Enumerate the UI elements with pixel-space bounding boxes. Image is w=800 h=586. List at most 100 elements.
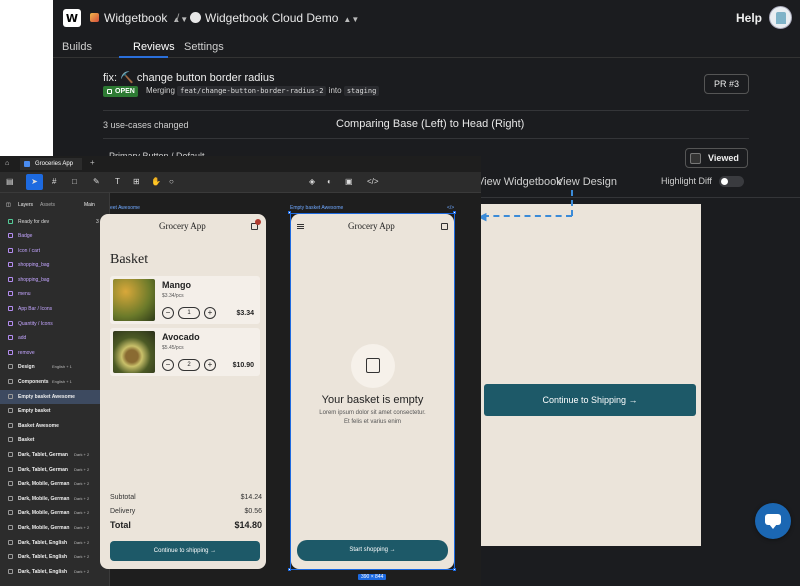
- frame-icon: [8, 568, 13, 574]
- tab-builds[interactable]: Builds: [62, 41, 92, 53]
- resize-handle[interactable]: [453, 568, 456, 571]
- frame-tool-icon[interactable]: #: [52, 177, 56, 186]
- layer-variant-tag: Dark + 2: [74, 525, 90, 530]
- tab-view-design[interactable]: View Design: [556, 176, 617, 188]
- layer-row[interactable]: App Bar / Icons: [0, 302, 109, 316]
- page-selector[interactable]: Main: [84, 202, 95, 208]
- frame-icon: [8, 495, 13, 501]
- delivery-label: Delivery: [110, 508, 136, 515]
- continue-to-shipping-button[interactable]: Continue to shipping →: [110, 541, 260, 561]
- pen-tool-icon[interactable]: ✎: [93, 177, 100, 186]
- repo-switcher[interactable]: Widgetbook Cloud Demo ▲▼: [205, 11, 359, 25]
- component-icon: [8, 247, 13, 253]
- avatar[interactable]: [769, 6, 792, 29]
- figma-tab-bar: ⌂ Groceries App +: [0, 156, 481, 172]
- contrast-icon[interactable]: ◐: [327, 177, 332, 186]
- layers-stack-icon[interactable]: ▣: [345, 177, 353, 186]
- widgetbook-logo[interactable]: W: [63, 9, 81, 27]
- layer-name: Dark, Mobile, German: [18, 481, 70, 488]
- layer-row[interactable]: Empty basket Awesome: [0, 389, 109, 404]
- figma-toolbar: ▤ ➤ # □ ✎ T ⊞ ✋ ○ ◈ ◐ ▣ </>: [0, 172, 481, 193]
- tab-settings[interactable]: Settings: [184, 41, 224, 53]
- layer-row[interactable]: Design English + 1: [0, 360, 109, 374]
- frame-icon: [8, 481, 13, 487]
- basket-frame[interactable]: Grocery App Basket Mango $3.34/pcs − 1 +…: [100, 214, 266, 569]
- figma-file-icon: [24, 161, 30, 167]
- layer-row[interactable]: Dark, Tablet, English Dark + 2: [0, 550, 109, 564]
- layer-name: Dark, Tablet, English: [18, 554, 68, 561]
- tab-view-widgetbook[interactable]: View Widgetbook: [477, 176, 562, 188]
- layer-row[interactable]: Dark, Tablet, German Dark + 2: [0, 463, 109, 477]
- layer-row[interactable]: Dark, Mobile, German Dark + 2: [0, 492, 109, 506]
- subtotal-row: Subtotal $14.24: [110, 494, 262, 501]
- tab-reviews[interactable]: Reviews: [133, 41, 175, 53]
- layer-name: shopping_bag: [18, 276, 50, 283]
- layer-row[interactable]: add: [0, 331, 109, 345]
- layer-row[interactable]: Components English + 1: [0, 375, 109, 389]
- layer-row[interactable]: Quantity / Icons: [0, 317, 109, 331]
- ready-count: 3: [96, 219, 99, 225]
- layer-variant-tag: English + 1: [52, 364, 72, 370]
- frame-label: eet Awesome: [110, 205, 140, 211]
- layer-name: Basket: [18, 437, 35, 444]
- frame-icon: [8, 364, 13, 370]
- help-link[interactable]: Help: [736, 11, 762, 25]
- layer-row[interactable]: menu: [0, 287, 109, 301]
- layer-name: Icon / cart: [18, 247, 40, 254]
- layers-tab[interactable]: Layers: [18, 202, 33, 208]
- layer-row[interactable]: Badge: [0, 229, 109, 243]
- move-tool-icon[interactable]: ➤: [26, 174, 43, 190]
- file-tab[interactable]: Groceries App: [20, 158, 82, 170]
- layer-row[interactable]: shopping_bag: [0, 273, 109, 287]
- frame-icon: [8, 466, 13, 472]
- layer-row[interactable]: Dark, Mobile, German Dark + 2: [0, 477, 109, 491]
- layer-name: Basket Awesome: [18, 422, 59, 429]
- dev-mode-icon[interactable]: </>: [367, 177, 379, 186]
- layer-row[interactable]: Icon / cart: [0, 244, 109, 258]
- layer-variant-tag: Dark + 2: [74, 554, 90, 560]
- chat-button[interactable]: [755, 503, 791, 539]
- minus-button[interactable]: −: [162, 359, 174, 371]
- quantity-value: 2: [178, 359, 200, 371]
- status-text: OPEN: [115, 88, 135, 95]
- resize-handle[interactable]: [453, 211, 456, 214]
- layer-row[interactable]: shopping_bag: [0, 258, 109, 272]
- new-tab-icon[interactable]: +: [90, 158, 95, 167]
- main-menu-icon[interactable]: ▤: [6, 177, 14, 186]
- layer-row[interactable]: Dark, Mobile, German Dark + 2: [0, 521, 109, 535]
- plus-button[interactable]: +: [204, 359, 216, 371]
- preview-canvas: [479, 204, 701, 546]
- text-tool-icon[interactable]: T: [115, 177, 120, 186]
- source-branch: feat/change-button-border-radius-2: [177, 86, 327, 96]
- layer-row[interactable]: Empty basket: [0, 404, 109, 418]
- product-name: Avocado: [162, 332, 200, 342]
- layer-variant-tag: Dark + 2: [74, 510, 90, 516]
- layer-row[interactable]: Dark, Tablet, English Dark + 2: [0, 565, 109, 579]
- layer-row[interactable]: Basket: [0, 433, 109, 447]
- home-icon[interactable]: ⌂: [5, 160, 9, 167]
- cta-label: Continue to shipping: [153, 548, 209, 554]
- layer-row[interactable]: Dark, Mobile, German Dark + 2: [0, 506, 109, 520]
- shape-tool-icon[interactable]: □: [72, 177, 77, 186]
- minus-button[interactable]: −: [162, 307, 174, 319]
- layer-row[interactable]: Basket Awesome: [0, 419, 109, 433]
- layer-row[interactable]: Dark, Tablet, English Dark + 2: [0, 536, 109, 550]
- hand-tool-icon[interactable]: ✋: [151, 177, 161, 186]
- plus-button[interactable]: +: [204, 307, 216, 319]
- layer-row[interactable]: Dark, Tablet, German Dark + 2: [0, 448, 109, 462]
- pr-number-button[interactable]: PR #3: [704, 74, 749, 94]
- component-icon[interactable]: ◈: [309, 177, 315, 186]
- layer-row[interactable]: remove: [0, 346, 109, 360]
- ready-for-dev-row[interactable]: Ready for dev 3: [0, 215, 109, 229]
- layer-name: Dark, Tablet, German: [18, 452, 68, 458]
- frame-label: Empty basket Awesome: [290, 205, 344, 211]
- logo-letter: W: [65, 11, 79, 25]
- resources-icon[interactable]: ⊞: [133, 177, 140, 186]
- comment-icon[interactable]: ○: [169, 177, 174, 186]
- viewed-toggle[interactable]: Viewed: [685, 148, 748, 168]
- resize-handle[interactable]: [288, 211, 291, 214]
- resize-handle[interactable]: [288, 568, 291, 571]
- assets-tab[interactable]: Assets: [40, 202, 55, 208]
- highlight-diff-toggle[interactable]: [719, 176, 744, 187]
- preview-continue-button[interactable]: Continue to Shipping →: [484, 384, 696, 416]
